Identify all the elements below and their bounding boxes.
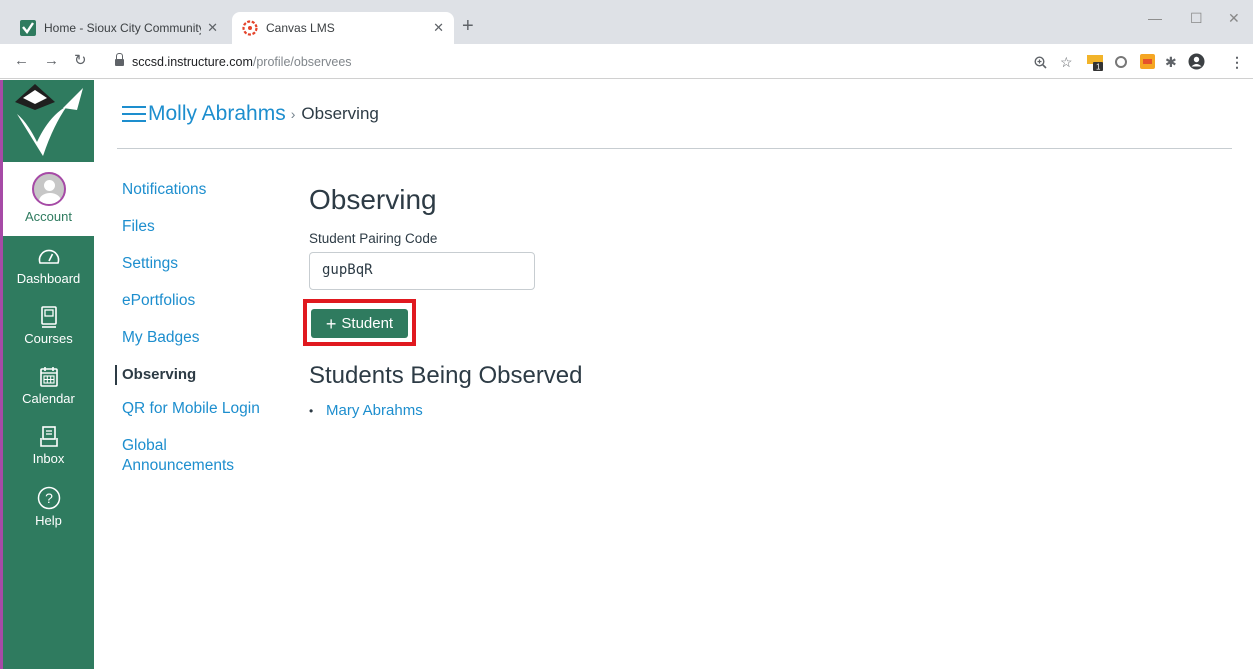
courses-icon — [40, 306, 57, 328]
nav-inbox-label: Inbox — [32, 451, 65, 466]
nav-dashboard-label: Dashboard — [16, 271, 81, 286]
back-arrow-icon[interactable]: ← — [14, 52, 29, 70]
extension-orange-icon[interactable] — [1140, 54, 1155, 69]
breadcrumb-current: Observing — [301, 104, 379, 123]
svg-text:?: ? — [45, 490, 53, 506]
profile-nav-settings[interactable]: Settings — [115, 254, 295, 274]
hamburger-menu-icon[interactable] — [122, 106, 146, 122]
extensions-puzzle-icon[interactable]: ✱ — [1165, 55, 1177, 69]
profile-icon[interactable] — [1188, 53, 1205, 70]
observed-students-list: Mary Abrahms — [309, 402, 583, 419]
profile-navigation: Notifications Files Settings ePortfolios… — [115, 180, 295, 493]
svg-text:1: 1 — [1096, 63, 1101, 72]
breadcrumb-separator: › — [290, 106, 296, 122]
browser-tab-strip: Home - Sioux City Community Sc ✕ Canvas … — [0, 0, 1253, 44]
school-logo[interactable] — [3, 80, 94, 162]
extension-badge-icon[interactable]: 1 — [1087, 53, 1105, 71]
profile-nav-qr-mobile-login[interactable]: QR for Mobile Login — [115, 399, 295, 419]
maximize-icon[interactable]: ☐ — [1190, 10, 1203, 27]
breadcrumb-user-link[interactable]: Molly Abrahms — [148, 102, 286, 126]
tab-title: Home - Sioux City Community Sc — [44, 21, 202, 35]
reload-icon[interactable]: ↻ — [74, 52, 87, 70]
breadcrumb: Molly Abrahms › Observing — [122, 100, 379, 128]
extension-circle-icon[interactable] — [1114, 55, 1128, 69]
nav-calendar-label: Calendar — [22, 391, 75, 406]
nav-help[interactable]: ? Help — [3, 486, 94, 528]
browser-tab-home[interactable]: Home - Sioux City Community Sc ✕ — [10, 12, 228, 44]
lock-icon — [115, 52, 124, 67]
close-window-icon[interactable]: ✕ — [1228, 10, 1240, 27]
tab-close-icon[interactable]: ✕ — [433, 20, 444, 36]
profile-nav-observing[interactable]: Observing — [115, 365, 295, 385]
nav-courses[interactable]: Courses — [3, 306, 94, 346]
nav-dashboard[interactable]: Dashboard — [3, 246, 94, 286]
tab-close-icon[interactable]: ✕ — [207, 20, 218, 36]
observed-student-link[interactable]: Mary Abrahms — [317, 402, 423, 419]
nav-inbox[interactable]: Inbox — [3, 426, 94, 466]
canvas-favicon-icon — [242, 20, 258, 36]
plus-icon: + — [325, 313, 337, 334]
pairing-code-label: Student Pairing Code — [309, 231, 438, 246]
observing-panel: Observing Student Pairing Code gupBqR + … — [303, 183, 583, 419]
dashboard-icon — [38, 249, 59, 264]
add-student-label: Student — [341, 315, 394, 332]
new-tab-button[interactable]: + — [462, 16, 474, 36]
avatar-icon — [31, 172, 66, 206]
forward-arrow-icon[interactable]: → — [44, 52, 59, 70]
header-divider — [117, 148, 1232, 149]
profile-nav-global-announcements[interactable]: Global Announcements — [115, 436, 245, 476]
list-item: Mary Abrahms — [309, 402, 583, 419]
browser-tab-canvas[interactable]: Canvas LMS ✕ — [232, 12, 454, 44]
minimize-icon[interactable]: — — [1148, 10, 1162, 26]
profile-nav-eportfolios[interactable]: ePortfolios — [115, 291, 295, 311]
url-path: /profile/observees — [252, 54, 352, 69]
observed-students-heading: Students Being Observed — [309, 362, 583, 389]
bookmark-star-icon[interactable]: ☆ — [1060, 55, 1073, 69]
pairing-code-input[interactable]: gupBqR — [309, 252, 535, 290]
zoom-icon[interactable] — [1034, 56, 1047, 69]
nav-courses-label: Courses — [24, 331, 73, 346]
add-student-highlight: + Student — [303, 299, 416, 346]
url-host: sccsd.instructure.com — [132, 54, 253, 69]
nav-account[interactable]: Account — [3, 162, 94, 236]
logo-icon — [15, 84, 83, 156]
address-bar-row: ← → ↻ sccsd.instructure.com/profile/obse… — [0, 44, 1253, 79]
global-navigation: Account Dashboard Courses Calendar Inbox… — [0, 80, 94, 669]
nav-account-label: Account — [25, 209, 72, 224]
profile-nav-files[interactable]: Files — [115, 217, 295, 237]
page-title: Observing — [309, 184, 437, 215]
calendar-icon — [39, 367, 58, 387]
profile-nav-my-badges[interactable]: My Badges — [115, 328, 295, 348]
url-field[interactable]: sccsd.instructure.com/profile/observees — [105, 49, 1065, 74]
sccsd-favicon-icon — [20, 20, 36, 36]
nav-calendar[interactable]: Calendar — [3, 366, 94, 406]
menu-kebab-icon[interactable]: ⋮ — [1230, 55, 1244, 69]
help-icon: ? — [37, 486, 60, 510]
nav-help-label: Help — [35, 513, 62, 528]
add-student-button[interactable]: + Student — [311, 309, 408, 338]
tab-title: Canvas LMS — [266, 21, 335, 35]
inbox-icon — [39, 426, 58, 447]
profile-nav-notifications[interactable]: Notifications — [115, 180, 295, 200]
